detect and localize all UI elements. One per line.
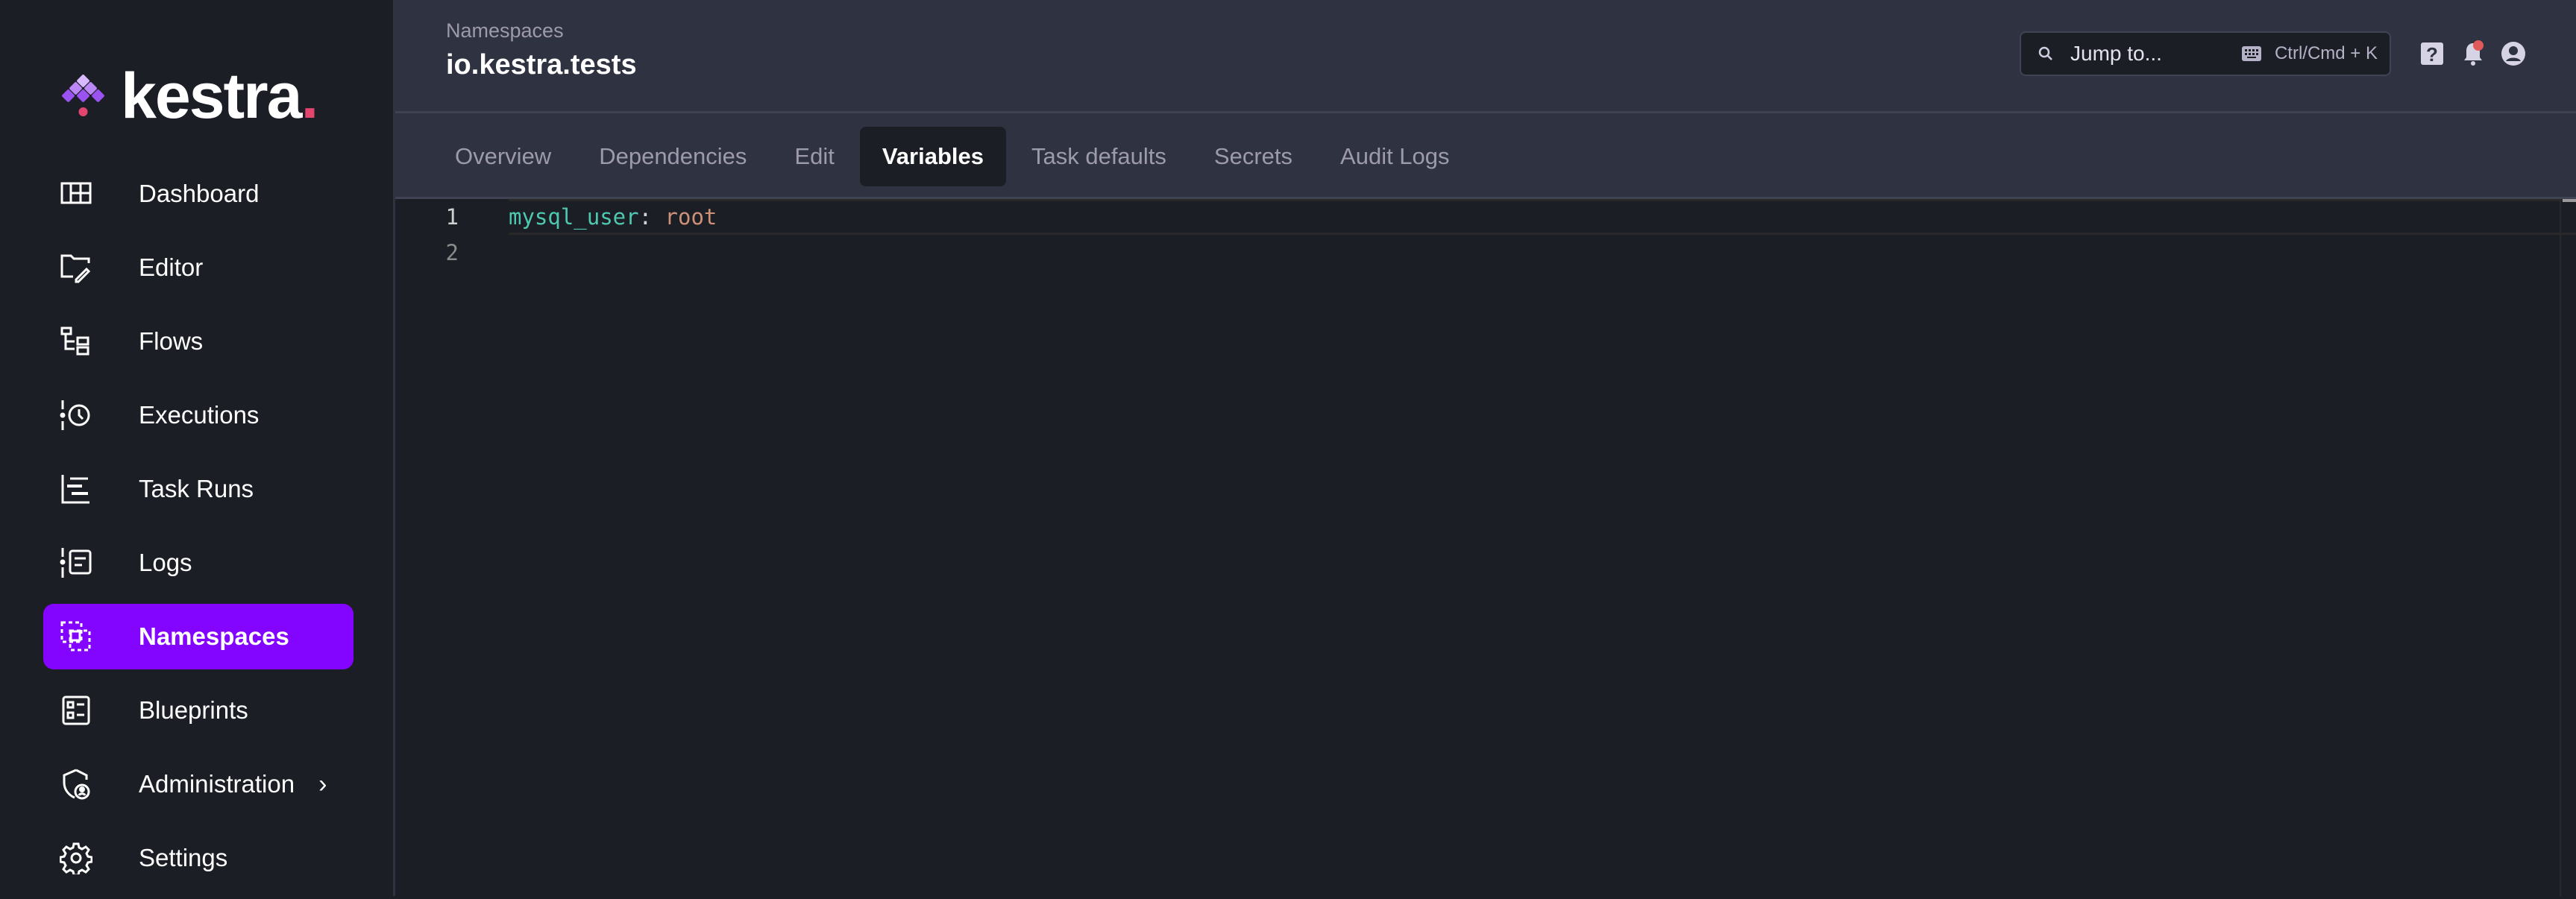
line-number: 1 [445,204,459,230]
scrollbar-thumb[interactable] [2563,199,2576,202]
sidebar-item-flows[interactable]: Flows [43,309,354,374]
sidebar-item-label: Settings [139,844,228,871]
tab-variables[interactable]: Variables [859,127,1006,186]
executions-clock-icon [60,399,92,432]
user-avatar-icon[interactable] [2500,40,2527,67]
tab-secrets[interactable]: Secrets [1192,127,1315,186]
namespaces-icon [60,620,92,653]
code-line[interactable] [509,235,2576,271]
dashboard-icon [60,177,92,210]
sidebar-item-settings[interactable]: Settings [43,825,354,891]
code-area[interactable]: mysql_user: root [509,199,2576,271]
folder-edit-icon [60,251,92,284]
kestra-logo-icon [62,75,104,116]
breadcrumb[interactable]: Namespaces [446,19,564,42]
kestra-logo[interactable]: kestra. [61,60,318,132]
sidebar-item-label: Task Runs [139,475,254,502]
admin-shield-icon [60,768,92,801]
sidebar-item-label: Administration [139,770,295,798]
line-number-gutter: 1 2 [395,199,496,271]
tab-dependencies[interactable]: Dependencies [577,127,769,186]
sidebar-item-blueprints[interactable]: Blueprints [43,678,354,743]
brand-name: kestra. [121,60,318,132]
sidebar-item-label: Namespaces [139,622,289,650]
sidebar-item-label: Blueprints [139,696,248,724]
sidebar-item-label: Flows [139,327,204,355]
chevron-right-icon: › [318,769,327,798]
tab-edit[interactable]: Edit [772,127,856,186]
yaml-value: root [665,204,717,230]
task-runs-icon [60,473,92,505]
sidebar-item-administration[interactable]: Administration › [43,751,354,817]
sidebar-item-label: Executions [139,401,260,429]
keyboard-icon [2241,46,2261,61]
sidebar-item-dashboard[interactable]: Dashboard [43,161,354,227]
sidebar-nav: Dashboard Editor Flows Executions Task R… [43,161,354,899]
variables-code-editor[interactable]: 1 2 mysql_user: root [395,199,2576,896]
flows-icon [60,325,92,358]
code-line[interactable]: mysql_user: root [509,199,2576,235]
sidebar-item-label: Dashboard [139,180,260,207]
namespace-tabs: Overview Dependencies Edit Variables Tas… [395,113,2576,199]
page-header: Namespaces io.kestra.tests Jump to... Ct… [395,0,2576,113]
tab-task-defaults[interactable]: Task defaults [1009,127,1189,186]
tab-audit-logs[interactable]: Audit Logs [1318,127,1472,186]
search-placeholder: Jump to... [2070,42,2162,65]
blueprints-icon [60,694,92,727]
page-title: io.kestra.tests [446,49,637,81]
sidebar-item-executions[interactable]: Executions [43,382,354,448]
search-shortcut: Ctrl/Cmd + K [2274,43,2378,63]
sidebar-item-task-runs[interactable]: Task Runs [43,456,354,522]
sidebar-item-namespaces[interactable]: Namespaces [43,604,354,669]
sidebar-item-label: Editor [139,253,204,281]
gear-icon [60,842,92,874]
yaml-separator: : [638,204,665,230]
svg-text:?: ? [2426,43,2438,66]
logs-icon [60,546,92,579]
sidebar-item-editor[interactable]: Editor [43,235,354,300]
search-icon [2038,46,2052,60]
sidebar-item-logs[interactable]: Logs [43,530,354,596]
help-icon[interactable]: ? [2419,40,2445,67]
editor-scrollbar[interactable] [2560,199,2576,896]
jump-to-search[interactable]: Jump to... Ctrl/Cmd + K [2020,31,2391,76]
sidebar: kestra. Dashboard Editor Flows Execution… [0,0,395,896]
sidebar-item-label: Logs [139,549,192,576]
line-number: 2 [445,240,459,265]
yaml-key: mysql_user [509,204,639,230]
notifications-bell-icon[interactable] [2460,40,2487,67]
tab-overview[interactable]: Overview [433,127,574,186]
